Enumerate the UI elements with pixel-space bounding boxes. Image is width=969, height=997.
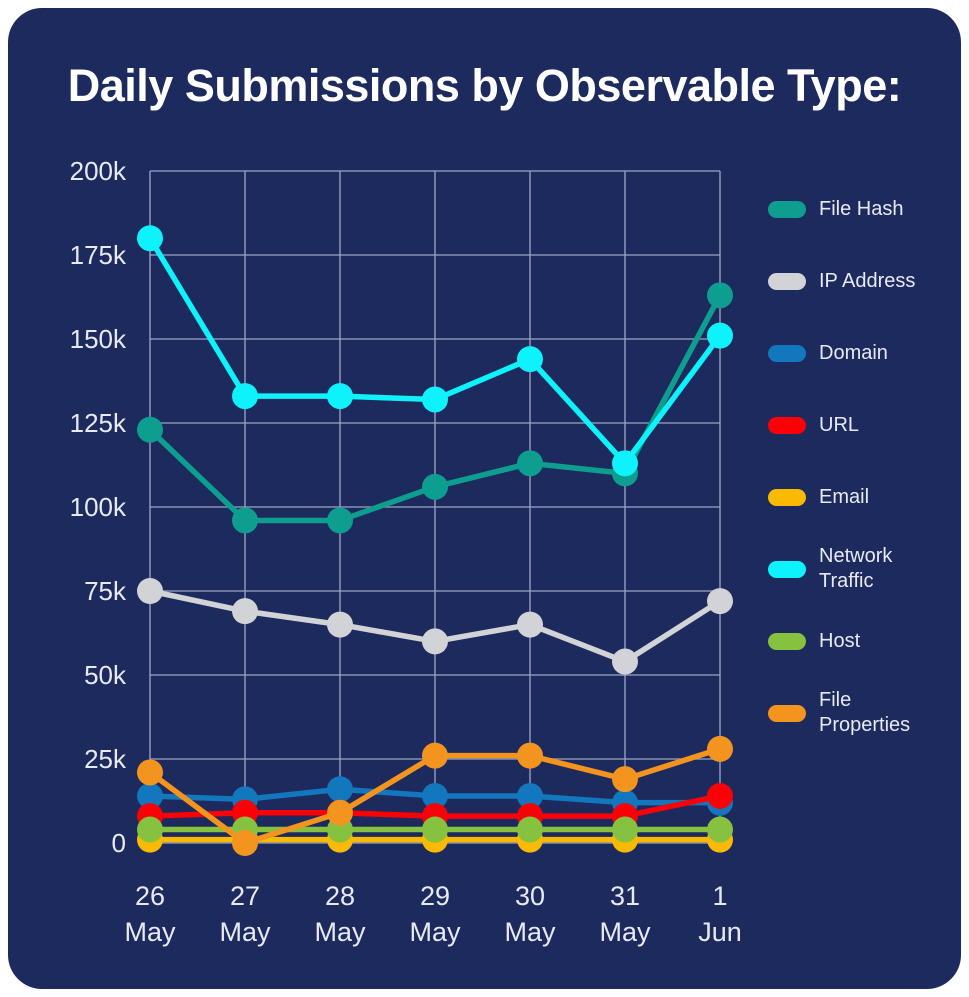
- y-axis-tick-label: 75k: [84, 576, 127, 606]
- x-axis-tick-day: 28: [325, 881, 355, 911]
- legend-item-label: Host: [819, 629, 861, 652]
- y-axis-tick-label: 25k: [84, 744, 127, 774]
- data-point[interactable]: [327, 776, 353, 803]
- x-axis-tick-month: May: [409, 917, 461, 947]
- data-point[interactable]: [232, 830, 258, 856]
- x-axis-tick-month: May: [504, 917, 556, 947]
- legend-item-file-hash[interactable]: File Hash: [768, 194, 958, 224]
- legend-item-label: Domain: [819, 341, 888, 364]
- legend-item-network-traffic[interactable]: Network Traffic: [768, 545, 958, 592]
- data-point[interactable]: [707, 735, 733, 762]
- data-point[interactable]: [517, 346, 543, 373]
- grid-group: [149, 170, 721, 844]
- legend-item-file-properties[interactable]: File Properties: [768, 689, 958, 736]
- data-point[interactable]: [707, 782, 733, 809]
- chart-card: Daily Submissions by Observable Type: 02…: [8, 8, 961, 989]
- legend-item-url[interactable]: URL: [768, 410, 958, 440]
- data-point[interactable]: [422, 386, 448, 413]
- data-point[interactable]: [137, 816, 163, 843]
- y-axis-tick-label: 175k: [70, 240, 127, 270]
- y-axis-tick-label: 200k: [70, 156, 127, 186]
- data-point[interactable]: [422, 628, 448, 655]
- data-point[interactable]: [137, 225, 163, 252]
- data-point[interactable]: [137, 759, 163, 786]
- x-axis-tick-day: 27: [230, 881, 260, 911]
- x-axis-tick-day: 31: [610, 881, 640, 911]
- x-axis-tick-month: Jun: [698, 917, 742, 947]
- legend-swatch-icon: [768, 632, 806, 650]
- data-point[interactable]: [327, 383, 353, 410]
- data-point[interactable]: [612, 450, 638, 477]
- legend-swatch-icon: [768, 200, 806, 218]
- legend-swatch-icon: [768, 344, 806, 362]
- legend-item-label: File Properties: [819, 689, 911, 736]
- legend-item-email[interactable]: Email: [768, 482, 958, 512]
- legend-item-ip-address[interactable]: IP Address: [768, 266, 958, 296]
- legend-item-host[interactable]: Host: [768, 626, 958, 656]
- x-axis-tick-day: 1: [712, 881, 727, 911]
- x-axis-tick-month: May: [314, 917, 366, 947]
- data-point[interactable]: [707, 282, 733, 309]
- x-axis-tick-labels: 26 May 27 May 28 May 29 May 30 May 31 May 1 Jun: [124, 881, 741, 947]
- data-point[interactable]: [422, 473, 448, 500]
- legend-item-label: URL: [819, 413, 860, 436]
- x-axis-tick-month: May: [599, 917, 651, 947]
- legend-item-label: Network Traffic: [819, 545, 893, 592]
- data-point[interactable]: [517, 742, 543, 769]
- x-axis-tick-month: May: [219, 917, 271, 947]
- chart-legend: File Hash IP Address Domain URL Email Network…: [768, 194, 958, 770]
- data-point[interactable]: [612, 766, 638, 793]
- legend-swatch-icon: [768, 416, 806, 434]
- y-axis-tick-label: 125k: [70, 408, 127, 438]
- x-axis-tick-month: May: [124, 917, 176, 947]
- data-point[interactable]: [327, 611, 353, 638]
- data-point[interactable]: [327, 507, 353, 534]
- legend-swatch-icon: [768, 488, 806, 506]
- y-axis-tick-labels: 0 25k 50k 75k 100k 125k 150k 175k 200k: [70, 156, 127, 858]
- data-point[interactable]: [232, 598, 258, 625]
- y-axis-tick-label: 100k: [70, 492, 127, 522]
- data-point[interactable]: [517, 450, 543, 477]
- data-point[interactable]: [517, 611, 543, 638]
- data-point[interactable]: [232, 383, 258, 410]
- x-axis-tick-day: 29: [420, 881, 450, 911]
- data-point[interactable]: [707, 322, 733, 349]
- data-point[interactable]: [327, 799, 353, 826]
- y-axis-tick-label: 0: [112, 828, 126, 858]
- data-point[interactable]: [612, 816, 638, 843]
- legend-swatch-icon: [768, 560, 806, 578]
- legend-item-label: IP Address: [819, 269, 916, 292]
- legend-item-label: Email: [819, 485, 870, 508]
- data-point[interactable]: [137, 578, 163, 604]
- y-axis-tick-label: 50k: [84, 660, 127, 690]
- data-point[interactable]: [707, 816, 733, 843]
- data-point[interactable]: [137, 416, 163, 443]
- x-axis-tick-day: 30: [515, 881, 545, 911]
- x-axis-tick-day: 26: [135, 881, 165, 911]
- data-point[interactable]: [232, 507, 258, 534]
- legend-item-domain[interactable]: Domain: [768, 338, 958, 368]
- data-point[interactable]: [517, 816, 543, 843]
- data-point[interactable]: [612, 648, 638, 675]
- data-point[interactable]: [422, 742, 448, 769]
- data-point[interactable]: [422, 816, 448, 843]
- legend-swatch-icon: [768, 704, 806, 722]
- legend-item-label: File Hash: [819, 197, 904, 220]
- data-point[interactable]: [707, 588, 733, 615]
- legend-swatch-icon: [768, 272, 806, 290]
- y-axis-tick-label: 150k: [70, 324, 127, 354]
